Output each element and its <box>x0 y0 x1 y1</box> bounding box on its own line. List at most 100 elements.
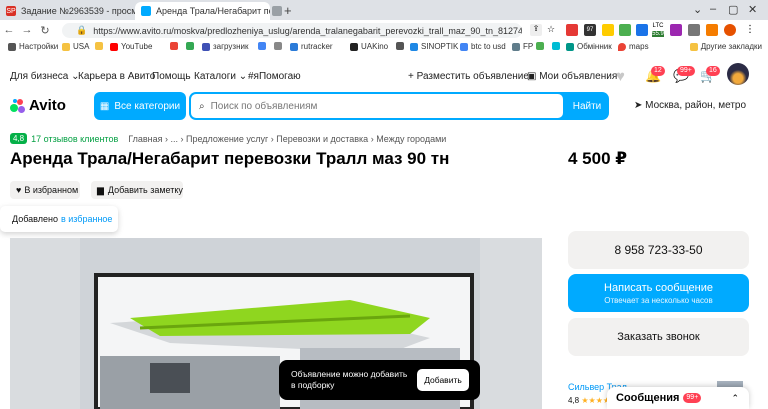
bookmark-15[interactable] <box>536 42 547 50</box>
address-bar[interactable]: 🔒 https://www.avito.ru/moskva/predlozhen… <box>62 23 522 38</box>
add-to-compilation-button[interactable]: Добавить <box>417 369 469 391</box>
grid-icon: ▦ <box>99 100 110 112</box>
tab-search-icon[interactable]: ⌄ <box>693 3 702 16</box>
tab-label: Задание №2963539 - просмотр з <box>21 6 135 16</box>
messages-panel[interactable]: Сообщения 99+ ⌃ <box>607 387 749 409</box>
site-top-nav: Для бизнеса ⌄ Карьера в Авито Помощь Кат… <box>0 56 768 90</box>
profile-icon[interactable] <box>724 24 736 36</box>
avatar[interactable] <box>727 63 749 85</box>
nav-career[interactable]: Карьера в Авито <box>78 71 155 82</box>
breadcrumb: 4,8 17 отзывов клиентов Главная › ... › … <box>10 133 446 144</box>
bookmark-settings[interactable]: Настройки <box>8 42 58 51</box>
location-selector[interactable]: ➤ Москва, район, метро <box>634 100 746 111</box>
bookmark-usa[interactable]: USA <box>62 42 89 51</box>
bookmark-3[interactable] <box>95 42 106 50</box>
bookmark-16[interactable] <box>552 42 563 50</box>
crumb-home[interactable]: Главная <box>128 134 162 144</box>
folder-icon <box>689 42 698 51</box>
bookmark-star-icon[interactable]: ☆ <box>547 24 559 36</box>
avito-dots-icon <box>10 98 26 113</box>
rutracker-icon <box>290 42 298 51</box>
order-call-button[interactable]: Заказать звонок <box>568 318 749 356</box>
bookmark-8[interactable] <box>274 42 285 50</box>
minimize-button[interactable]: – <box>710 3 716 15</box>
bookmarks-bar: Настройки USA YouTube загрузник rutracke… <box>0 40 768 57</box>
crumb-transport[interactable]: Перевозки и доставка <box>276 134 368 144</box>
nav-help[interactable]: Помощь <box>152 71 191 82</box>
nav-for-business[interactable]: Для бизнеса ⌄ <box>10 71 80 82</box>
extension-icon[interactable] <box>636 24 648 36</box>
extension-counter-icon[interactable]: 97 <box>584 24 596 36</box>
bookmark-fp[interactable]: FP <box>512 42 533 51</box>
bookmark-uakino[interactable]: UAKino <box>350 42 388 51</box>
bookmark-drive[interactable] <box>186 42 197 50</box>
write-message-button[interactable]: Написать сообщение Отвечает за несколько… <box>568 274 749 312</box>
bookmark-youtube[interactable]: YouTube <box>110 42 152 51</box>
extension-icon[interactable] <box>566 24 578 36</box>
site-icon <box>274 42 282 50</box>
browser-tab-strip: SP Задание №2963539 - просмотр з ✕ Аренд… <box>0 0 768 20</box>
extensions-puzzle-icon[interactable] <box>688 24 700 36</box>
rating-badge: 4,8 <box>10 133 28 144</box>
post-ad-link[interactable]: + Разместить объявление <box>408 71 529 82</box>
maximize-button[interactable]: ▢ <box>728 3 738 16</box>
bookmark-exchanger[interactable]: Обмінник <box>566 42 612 51</box>
bookmark-maps[interactable]: maps <box>618 42 649 51</box>
uakino-icon <box>350 42 358 51</box>
tab-task[interactable]: SP Задание №2963539 - просмотр з ✕ <box>0 2 135 20</box>
new-tab-button[interactable]: + <box>284 3 292 18</box>
bookmark-btc[interactable]: btc to usd <box>460 42 506 51</box>
bookmark-rutracker[interactable]: rutracker <box>290 42 333 51</box>
gmail-icon <box>170 42 178 50</box>
folder-icon <box>95 42 103 50</box>
avito-favicon-icon <box>141 6 151 16</box>
bookmark-other[interactable]: Другие закладки <box>689 42 762 51</box>
bookmark-gmail[interactable] <box>170 42 181 50</box>
back-icon[interactable]: ← <box>0 24 18 36</box>
all-categories-button[interactable]: ▦ Все категории <box>94 92 186 120</box>
crypto-ticker-icon[interactable]: LTC 55.9 <box>650 22 666 38</box>
extension-icon[interactable] <box>706 24 718 36</box>
extension-icon[interactable] <box>670 24 682 36</box>
nav-help-tag[interactable]: #яПомогаю <box>248 71 301 82</box>
bookmark-11[interactable] <box>396 42 407 50</box>
maps-pin-icon <box>618 42 626 51</box>
extension-icon[interactable] <box>619 24 631 36</box>
my-ads-link[interactable]: ▣ Мои объявления <box>527 71 617 82</box>
reload-icon[interactable]: ↻ <box>36 24 54 37</box>
extension-icon[interactable] <box>602 24 614 36</box>
find-button[interactable]: Найти <box>565 92 609 120</box>
menu-kebab-icon[interactable]: ⋮ <box>745 24 757 36</box>
added-favorite-toast: Добавлено в избранное <box>0 206 118 232</box>
favorites-link[interactable]: в избранное <box>61 214 112 224</box>
crumb-ellipsis[interactable]: ... <box>171 134 179 144</box>
bookmark-7[interactable] <box>258 42 269 50</box>
favorite-button[interactable]: ♥ В избранном <box>10 181 80 199</box>
crumb-intercity[interactable]: Между городами <box>376 134 446 144</box>
add-note-button[interactable]: ▆ Добавить заметку <box>91 181 183 199</box>
search-icon: ⌕ <box>199 100 205 112</box>
reviews-link[interactable]: 17 отзывов клиентов <box>31 134 118 144</box>
tab-other[interactable] <box>272 2 284 20</box>
tab-avito[interactable]: Аренда Трала/Негабарит перевоз ✕ <box>135 2 270 20</box>
heart-icon: ♥ <box>16 185 22 195</box>
bookmark-sinoptik[interactable]: SINOPTIK <box>410 42 458 51</box>
nav-catalogs[interactable]: Каталоги ⌄ <box>194 71 247 82</box>
avito-logo[interactable]: Avito <box>10 97 66 114</box>
search-input[interactable]: ⌕ Поиск по объявлениям <box>191 94 563 118</box>
show-phone-button[interactable]: 8 958 723-33-50 <box>568 231 749 269</box>
notifications-badge: 12 <box>651 66 665 76</box>
crumb-services[interactable]: Предложение услуг <box>186 134 268 144</box>
bookmark-loader[interactable]: загрузник <box>202 42 248 51</box>
favorites-heart-icon[interactable]: ♥ <box>616 68 632 85</box>
location-arrow-icon: ➤ <box>634 100 643 111</box>
chevron-up-icon[interactable]: ⌃ <box>731 393 739 404</box>
favicon-icon: SP <box>6 6 16 16</box>
forward-icon[interactable]: → <box>18 24 36 36</box>
close-window-button[interactable]: ✕ <box>748 3 757 16</box>
share-icon[interactable]: ⇪ <box>530 24 542 36</box>
cart-badge: 16 <box>706 66 720 76</box>
fp-icon <box>512 42 520 51</box>
site-icon <box>396 42 404 50</box>
drive-icon <box>186 42 194 50</box>
